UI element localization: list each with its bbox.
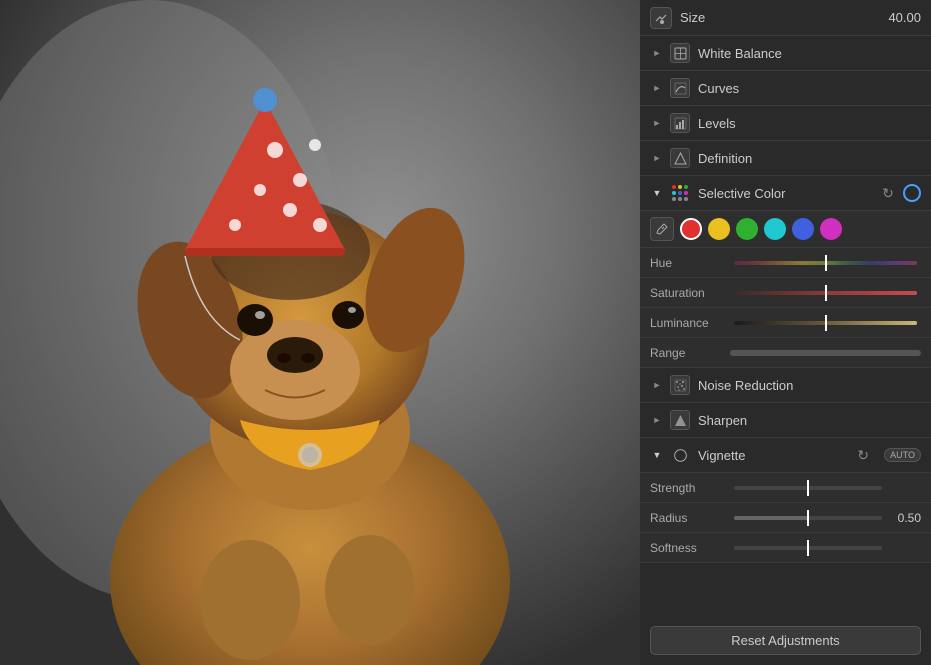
- swatch-red[interactable]: [680, 218, 702, 240]
- chevron-right-icon: ►: [650, 413, 664, 427]
- selective-color-reset-icon[interactable]: ↻: [879, 184, 897, 202]
- vignette-strength-track[interactable]: [734, 486, 882, 490]
- vignette-softness-row: Softness: [640, 533, 931, 563]
- range-label: Range: [650, 346, 730, 360]
- vignette-actions: ↻ AUTO: [854, 446, 921, 464]
- curves-icon: [670, 78, 690, 98]
- chevron-right-icon: ►: [650, 46, 664, 60]
- sharpen-label: Sharpen: [698, 413, 921, 428]
- section-white-balance[interactable]: ► White Balance: [640, 36, 931, 71]
- size-value: 40.00: [888, 10, 921, 25]
- color-swatches-row: [640, 211, 931, 248]
- chevron-down-icon: ▼: [650, 186, 664, 200]
- brush-size-icon: [650, 7, 672, 29]
- swatch-magenta[interactable]: [820, 218, 842, 240]
- sharpen-icon: [670, 410, 690, 430]
- luminance-label: Luminance: [650, 316, 730, 330]
- swatch-blue[interactable]: [792, 218, 814, 240]
- white-balance-icon: [670, 43, 690, 63]
- levels-label: Levels: [698, 116, 921, 131]
- vignette-strength-row: Strength: [640, 473, 931, 503]
- luminance-track[interactable]: [734, 321, 917, 325]
- size-row: Size 40.00: [640, 0, 931, 36]
- reset-adjustments-button[interactable]: Reset Adjustments: [650, 626, 921, 655]
- noise-reduction-label: Noise Reduction: [698, 378, 921, 393]
- white-balance-label: White Balance: [698, 46, 921, 61]
- levels-icon: [670, 113, 690, 133]
- curves-label: Curves: [698, 81, 921, 96]
- reset-adjustments-row: Reset Adjustments: [640, 616, 931, 665]
- chevron-down-icon: ▼: [650, 448, 664, 462]
- vignette-radius-row: Radius 0.50: [640, 503, 931, 533]
- vignette-icon: [670, 445, 690, 465]
- selective-color-label: Selective Color: [698, 186, 879, 201]
- range-track[interactable]: [730, 350, 921, 356]
- vignette-reset-icon[interactable]: ↻: [854, 446, 872, 464]
- swatch-yellow[interactable]: [708, 218, 730, 240]
- dog-illustration: [0, 0, 640, 665]
- vignette-radius-value: 0.50: [886, 511, 921, 525]
- section-sharpen[interactable]: ► Sharpen: [640, 403, 931, 438]
- size-label: Size: [680, 10, 888, 25]
- section-curves[interactable]: ► Curves: [640, 71, 931, 106]
- vignette-strength-label: Strength: [650, 481, 730, 495]
- range-row: Range: [640, 338, 931, 368]
- section-definition[interactable]: ► Definition: [640, 141, 931, 176]
- vignette-label: Vignette: [698, 448, 854, 463]
- vignette-radius-track[interactable]: [734, 516, 882, 520]
- hue-track[interactable]: [734, 261, 917, 265]
- chevron-right-icon: ►: [650, 116, 664, 130]
- vignette-softness-track[interactable]: [734, 546, 882, 550]
- chevron-right-icon: ►: [650, 81, 664, 95]
- selective-color-toggle[interactable]: [903, 184, 921, 202]
- section-levels[interactable]: ► Levels: [640, 106, 931, 141]
- section-vignette[interactable]: ▼ Vignette ↻ AUTO: [640, 438, 931, 473]
- image-panel: [0, 0, 640, 665]
- chevron-right-icon: ►: [650, 151, 664, 165]
- vignette-auto-badge[interactable]: AUTO: [884, 448, 921, 462]
- saturation-label: Saturation: [650, 286, 730, 300]
- section-selective-color[interactable]: ▼ Selective Color ↻: [640, 176, 931, 211]
- chevron-right-icon: ►: [650, 378, 664, 392]
- selective-color-actions: ↻: [879, 184, 921, 202]
- noise-reduction-icon: [670, 375, 690, 395]
- swatch-cyan[interactable]: [764, 218, 786, 240]
- eyedropper-button[interactable]: [650, 217, 674, 241]
- hue-slider-row: Hue: [640, 248, 931, 278]
- vignette-softness-label: Softness: [650, 541, 730, 555]
- swatch-green[interactable]: [736, 218, 758, 240]
- definition-label: Definition: [698, 151, 921, 166]
- section-noise-reduction[interactable]: ► Noise Reduction: [640, 368, 931, 403]
- hue-label: Hue: [650, 256, 730, 270]
- saturation-track[interactable]: [734, 291, 917, 295]
- right-panel: Size 40.00 ► White Balance ► Curves: [640, 0, 931, 665]
- definition-icon: [670, 148, 690, 168]
- saturation-slider-row: Saturation: [640, 278, 931, 308]
- luminance-slider-row: Luminance: [640, 308, 931, 338]
- selective-color-icon: [670, 183, 690, 203]
- vignette-radius-label: Radius: [650, 511, 730, 525]
